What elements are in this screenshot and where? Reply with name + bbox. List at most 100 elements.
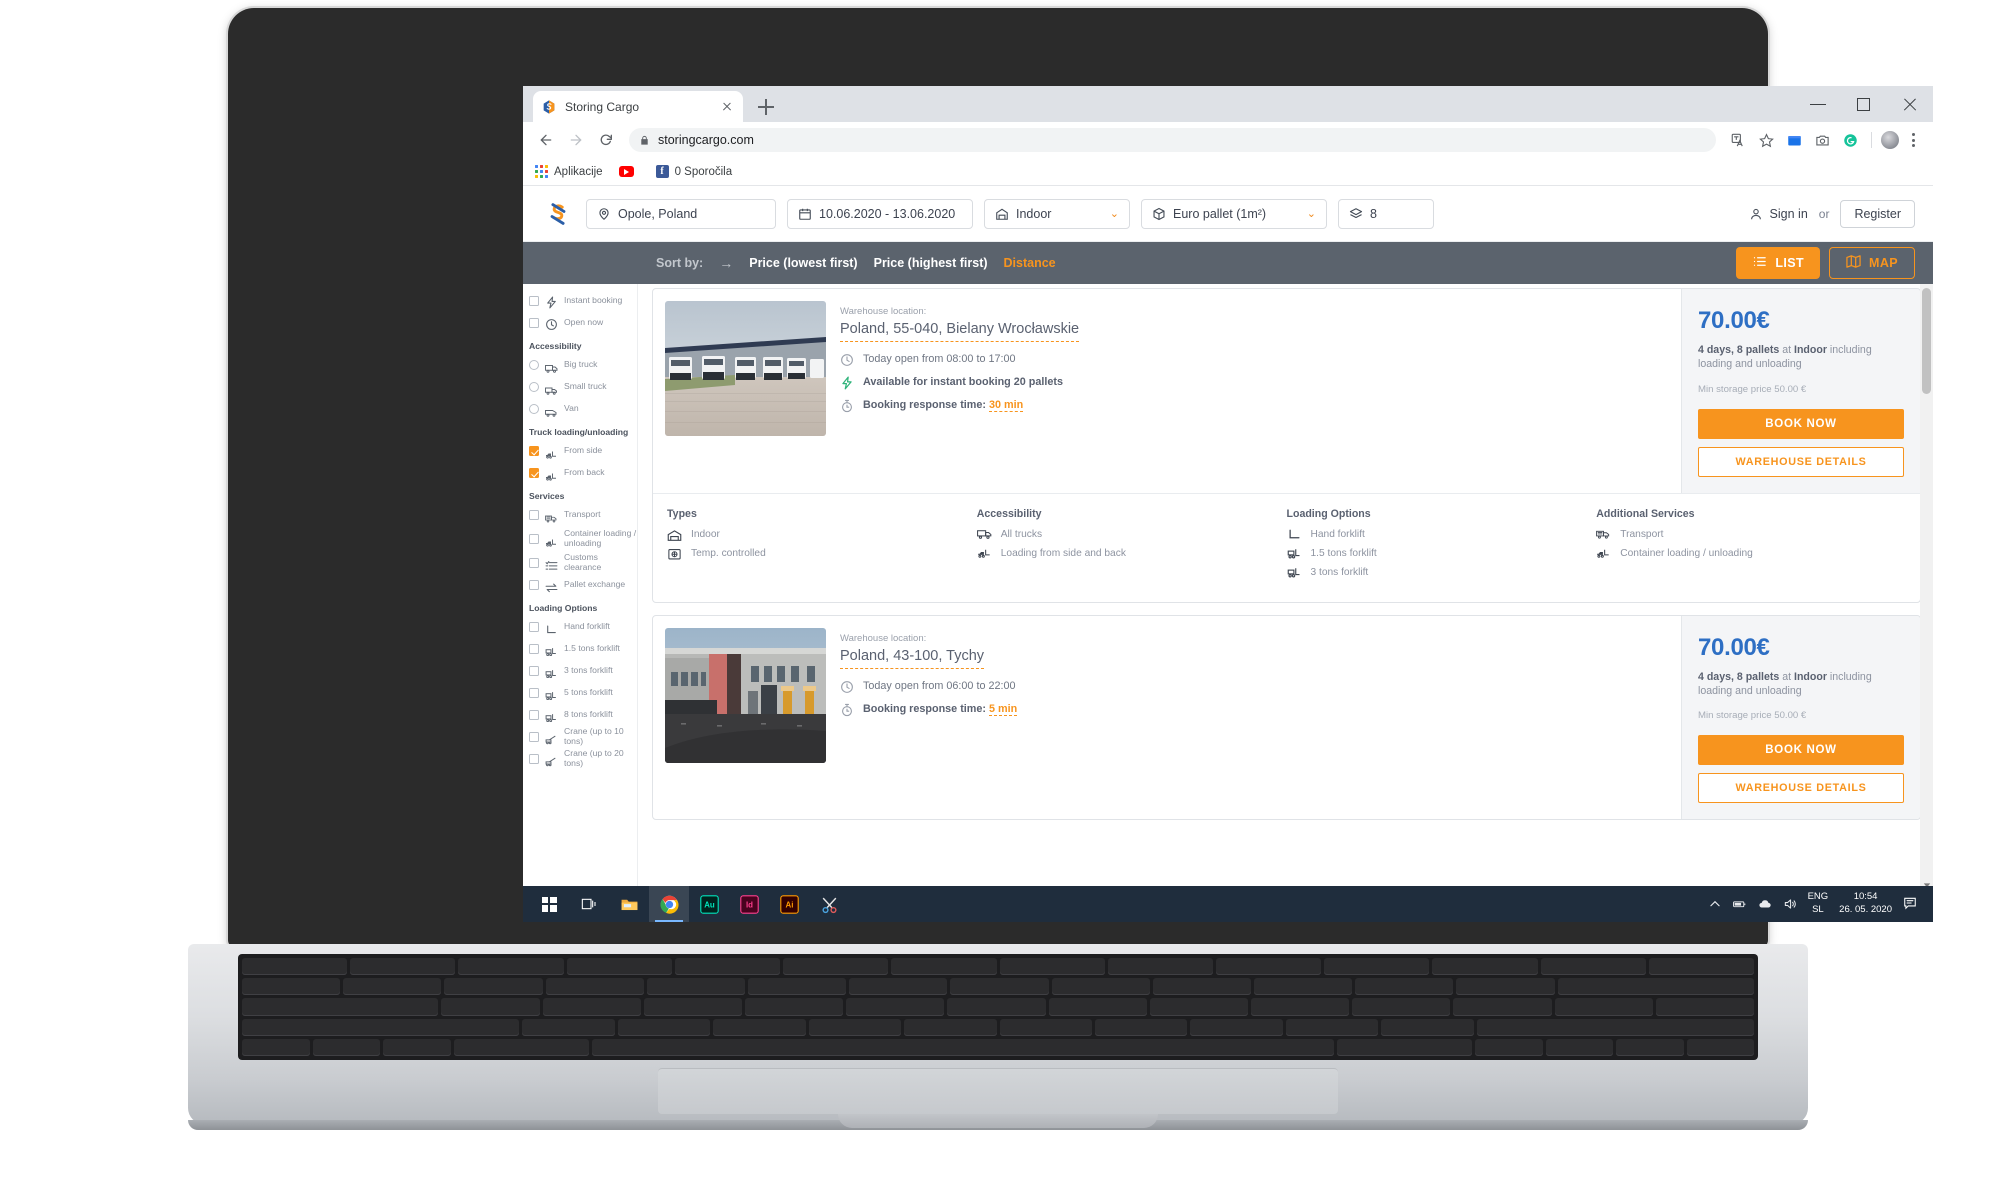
storing-cargo-logo[interactable] [541,197,575,231]
results-scrollbar[interactable] [1920,284,1933,886]
filter-hand-forklift[interactable]: Hand forklift [529,618,637,636]
chrome-taskbar-button[interactable] [649,886,689,922]
radio[interactable] [529,382,539,392]
search-dates-input[interactable]: 10.06.2020 - 13.06.2020 [787,198,973,229]
checkbox[interactable] [529,558,539,568]
start-button[interactable] [529,886,569,922]
scroll-down-icon[interactable] [1923,876,1931,886]
checkbox[interactable] [529,296,539,306]
filter-transport[interactable]: Transport [529,506,637,524]
language-indicator[interactable]: ENG SL [1808,891,1829,917]
chevron-down-icon[interactable]: ⌄ [1295,207,1316,220]
filter-pallet-exchange[interactable]: Pallet exchange [529,576,637,594]
new-tab-button[interactable] [755,96,777,118]
task-view-button[interactable] [569,886,609,922]
filter-forklift-3[interactable]: 3 tons forklift [529,662,637,680]
reload-button[interactable] [593,127,619,153]
warehouse-details-button[interactable]: WAREHOUSE DETAILS [1698,773,1904,804]
warehouse-result-card[interactable]: Warehouse location: Poland, 43-100, Tych… [652,614,1921,821]
checkbox[interactable] [529,534,539,544]
filter-van[interactable]: Van [529,400,637,418]
warehouse-result-card[interactable]: Warehouse location: Poland, 55-040, Biel… [652,288,1921,603]
view-map-button[interactable]: MAP [1829,247,1915,279]
checkbox[interactable] [529,710,539,720]
checkbox[interactable] [529,318,539,328]
back-button[interactable] [533,127,559,153]
warehouse-details-button[interactable]: WAREHOUSE DETAILS [1698,446,1904,477]
notifications-icon[interactable] [1903,896,1919,912]
view-list-button[interactable]: LIST [1736,247,1821,279]
book-now-button[interactable]: BOOK NOW [1698,735,1904,766]
checkbox[interactable] [529,754,539,764]
warehouse-location-link[interactable]: Poland, 43-100, Tychy [840,648,985,669]
filter-open-now[interactable]: Open now [529,314,637,332]
checkbox[interactable] [529,580,539,590]
filter-forklift-5[interactable]: 5 tons forklift [529,684,637,702]
blue-folder-icon[interactable] [1782,128,1806,152]
checkbox[interactable] [529,510,539,520]
filter-from-side[interactable]: From side [529,442,637,460]
snipping-tool-button[interactable] [809,886,849,922]
sort-option-price-highest[interactable]: Price (highest first) [874,256,988,270]
chevron-up-icon[interactable] [1708,897,1722,911]
filter-crane-10[interactable]: Crane (up to 10 tons) [529,726,637,746]
radio[interactable] [529,404,539,414]
checkbox[interactable] [529,446,539,456]
bookmark-facebook-messages[interactable]: f 0 Sporočila [655,165,732,178]
checkbox[interactable] [529,732,539,742]
file-explorer-button[interactable] [609,886,649,922]
checkbox[interactable] [529,622,539,632]
bookmark-youtube[interactable] [618,166,640,177]
maximize-button[interactable] [1841,86,1887,122]
search-location-input[interactable]: Opole, Poland [586,198,776,229]
clock[interactable]: 10:54 26. 05. 2020 [1839,891,1892,917]
filter-forklift-8[interactable]: 8 tons forklift [529,706,637,724]
sign-in-button[interactable]: Sign in [1749,207,1808,221]
checkbox[interactable] [529,688,539,698]
close-icon[interactable] [719,99,735,115]
filter-small-truck[interactable]: Small truck [529,378,637,396]
checkbox[interactable] [529,644,539,654]
filter-crane-20[interactable]: Crane (up to 20 tons) [529,748,637,768]
bookmark-star-icon[interactable] [1754,128,1778,152]
register-button[interactable]: Register [1840,199,1915,228]
filter-customs-clearance[interactable]: Customs clearance [529,552,637,572]
scrollbar-thumb[interactable] [1922,288,1931,394]
volume-icon[interactable] [1783,897,1797,911]
adobe-indesign-button[interactable]: Id [729,886,769,922]
search-pallet-type-select[interactable]: Euro pallet (1m²) ⌄ [1141,198,1327,229]
adobe-audition-button[interactable]: Au [689,886,729,922]
translate-icon[interactable] [1726,128,1750,152]
address-bar[interactable]: storingcargo.com [629,128,1716,152]
browser-tab[interactable]: Storing Cargo [533,91,743,122]
close-window-button[interactable] [1887,86,1933,122]
checkbox[interactable] [529,468,539,478]
filter-container-loading[interactable]: Container loading / unloading [529,528,637,550]
adobe-illustrator-button[interactable]: Ai [769,886,809,922]
warehouse-location-link[interactable]: Poland, 55-040, Bielany Wrocławskie [840,321,1080,342]
search-quantity-input[interactable]: 8 [1338,198,1434,229]
filter-forklift-1-5[interactable]: 1.5 tons forklift [529,640,637,658]
instant-booking-row: Available for instant booking 20 pallets [840,376,1667,390]
filter-big-truck[interactable]: Big truck [529,356,637,374]
battery-icon[interactable] [1732,897,1747,911]
sort-option-price-lowest[interactable]: Price (lowest first) [749,256,857,270]
filter-from-back[interactable]: From back [529,464,637,482]
warehouse-trucks-photo[interactable] [665,301,826,436]
checkbox[interactable] [529,666,539,676]
radio[interactable] [529,360,539,370]
warehouse-building-photo[interactable] [665,627,826,763]
cloud-icon[interactable] [1758,897,1772,911]
bookmark-apps[interactable]: Aplikacije [535,165,603,178]
chevron-down-icon[interactable]: ⌄ [1098,207,1119,220]
chrome-menu-button[interactable] [1903,133,1923,147]
sort-option-distance[interactable]: Distance [1004,256,1056,270]
filter-instant-booking[interactable]: Instant booking [529,292,637,310]
forward-button[interactable] [563,127,589,153]
camera-icon[interactable] [1810,128,1834,152]
grammarly-icon[interactable] [1838,128,1862,152]
book-now-button[interactable]: BOOK NOW [1698,408,1904,439]
avatar[interactable] [1881,131,1899,149]
minimize-button[interactable] [1795,86,1841,122]
search-warehouse-type-select[interactable]: Indoor ⌄ [984,198,1130,229]
